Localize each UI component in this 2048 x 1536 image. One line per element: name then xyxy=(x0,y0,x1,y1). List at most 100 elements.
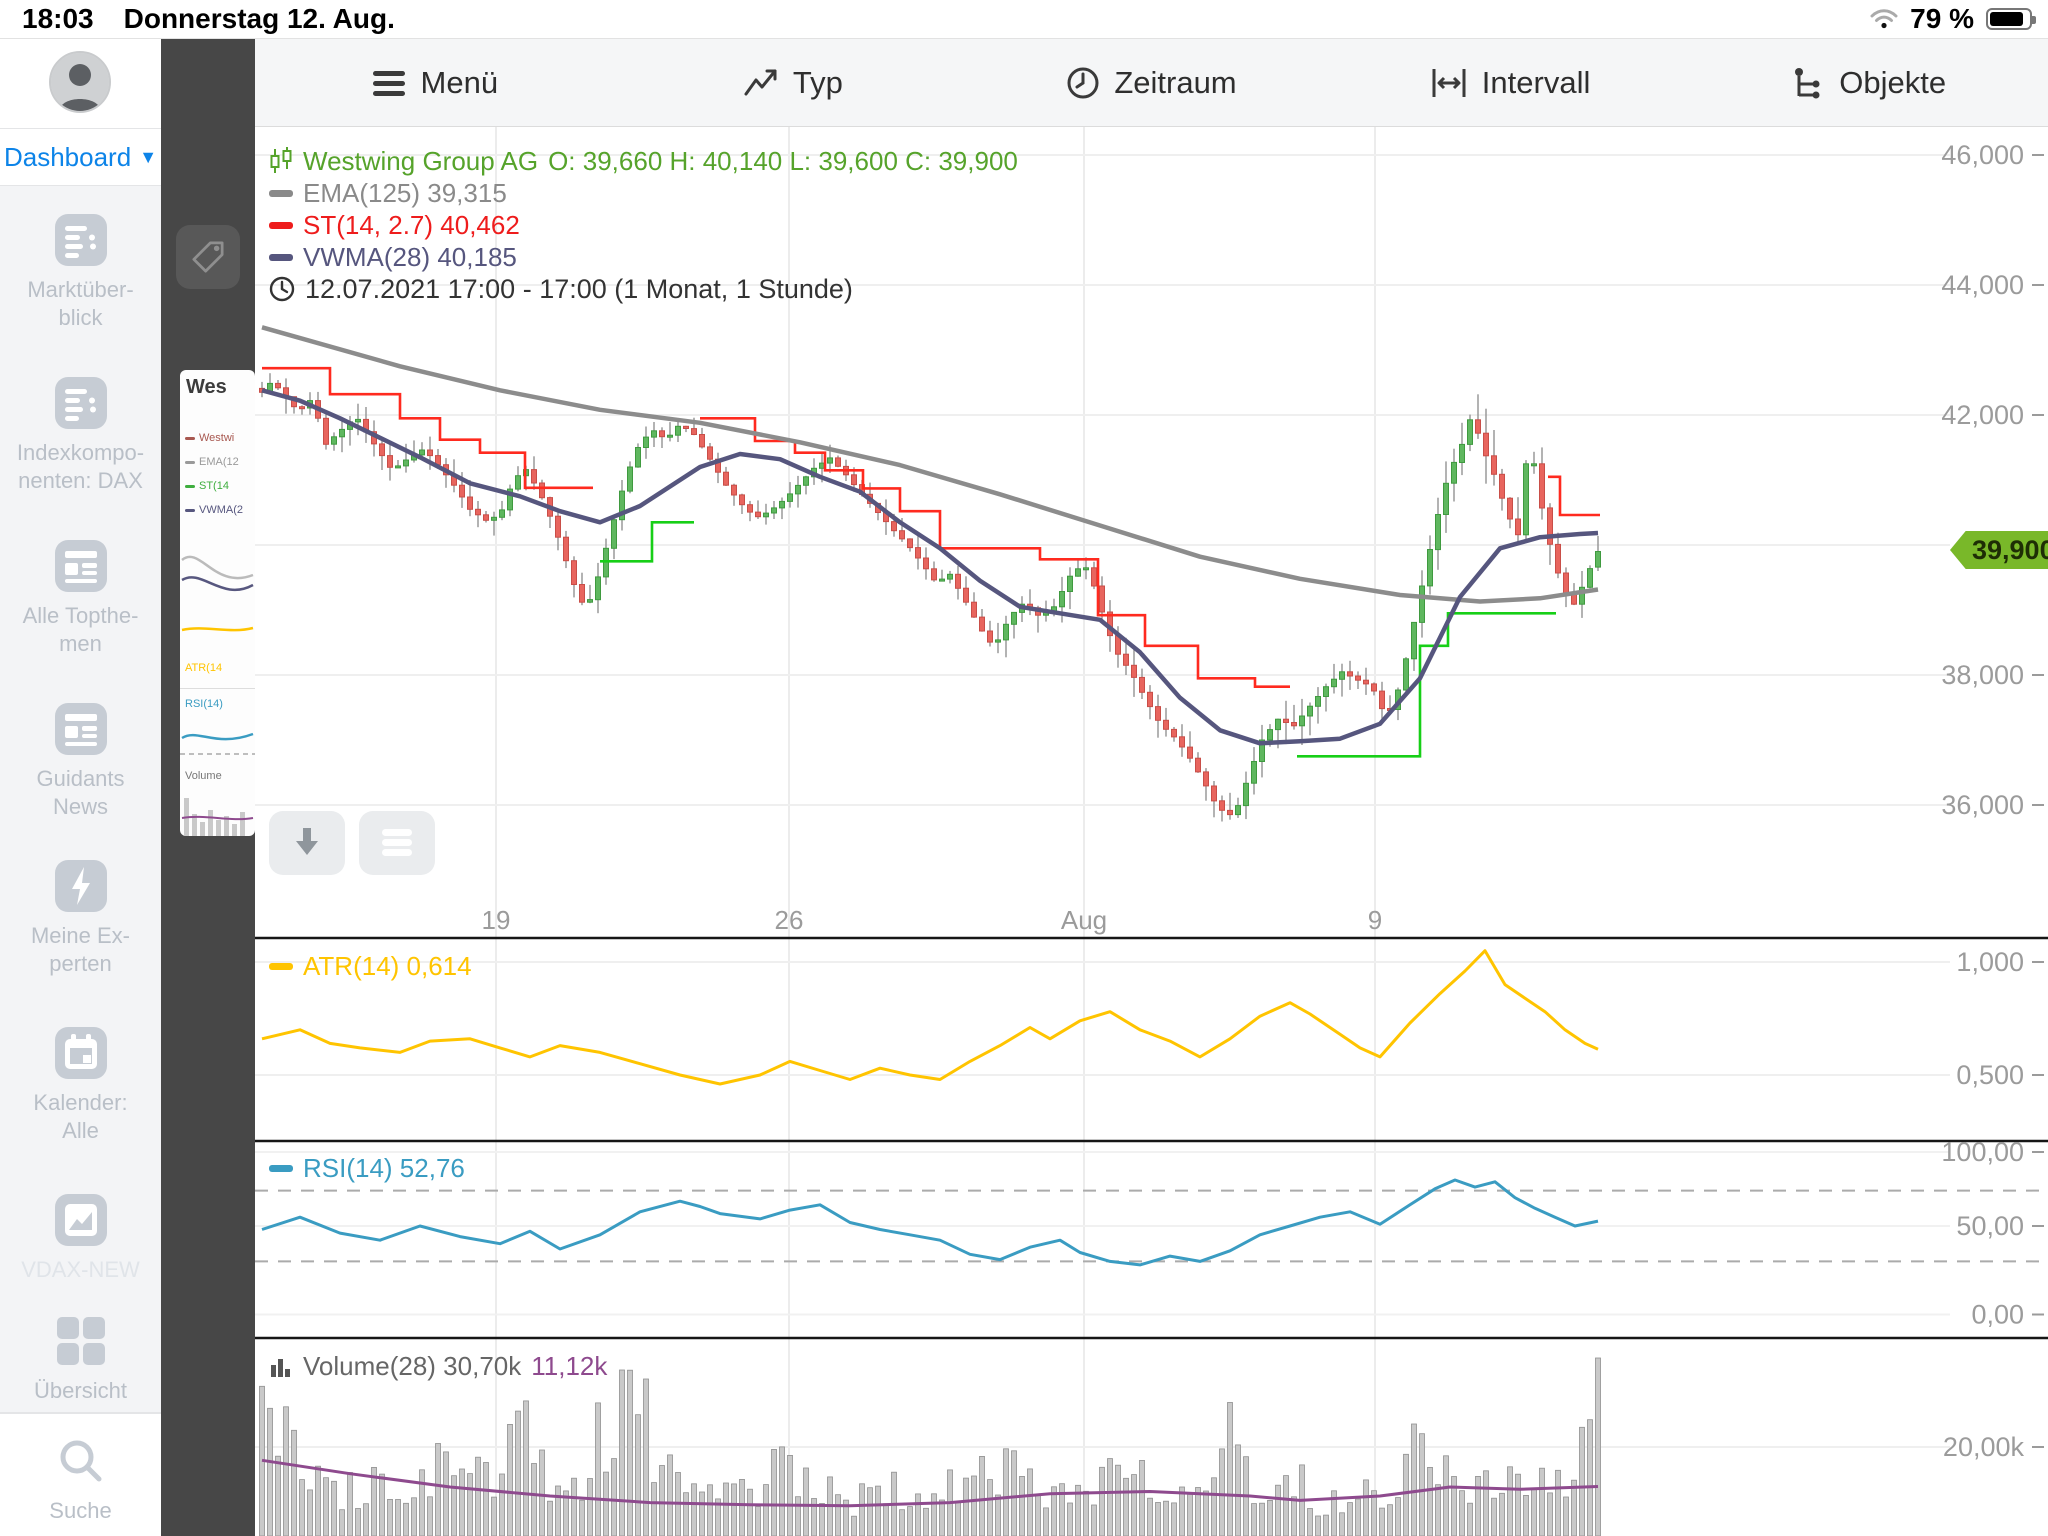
list-icon xyxy=(53,212,109,268)
svg-text:19: 19 xyxy=(482,905,511,935)
arrow-down-icon xyxy=(289,825,325,861)
st-legend: ST(14, 2.7) 40,462 xyxy=(303,210,520,241)
sidebar-item-label: GuidantsNews xyxy=(0,765,161,821)
rsi-legend-row[interactable]: RSI(14) 52,76 xyxy=(269,1153,465,1184)
calendar-icon xyxy=(53,1025,109,1081)
preview-title: Wes xyxy=(186,376,227,399)
dashboard-preview-card[interactable]: Wes Westwi EMA(12 ST(14 VWMA(2 ATR(14 RS… xyxy=(180,370,255,836)
sidebar-item-suche[interactable]: Suche xyxy=(0,1433,161,1525)
svg-text:100,00: 100,00 xyxy=(1941,1137,2024,1167)
atr-legend-row[interactable]: ATR(14) 0,614 xyxy=(269,951,472,982)
wifi-icon xyxy=(1870,8,1898,30)
svg-text:38,000: 38,000 xyxy=(1941,660,2024,690)
svg-text:20,00k: 20,00k xyxy=(1943,1432,2025,1462)
chart-canvas[interactable]: 46,00044,00042,00038,00036,0001,0000,500… xyxy=(255,127,2048,1536)
avatar[interactable] xyxy=(49,51,111,113)
sidebar-item-uebersicht[interactable]: Übersicht xyxy=(0,1313,161,1405)
layers-icon xyxy=(378,827,416,859)
divider xyxy=(0,1413,161,1414)
interval-button[interactable]: Intervall xyxy=(1331,39,1690,126)
sidebar-item-label: Suche xyxy=(0,1497,161,1525)
volume-ma-value: 11,12k xyxy=(531,1351,607,1382)
preview-legend: EMA(12 xyxy=(199,456,239,468)
sidebar-item-label: Kalender:Alle xyxy=(0,1089,161,1145)
preview-atr-label: ATR(14 xyxy=(185,662,222,674)
svg-text:36,000: 36,000 xyxy=(1941,790,2024,820)
ema-legend: EMA(125) 39,315 xyxy=(303,178,507,209)
scroll-to-latest-button[interactable] xyxy=(269,811,345,875)
chart-area[interactable]: 46,00044,00042,00038,00036,0001,0000,500… xyxy=(255,127,2048,1536)
sidebar-item-vdax-new[interactable]: VDAX-NEW xyxy=(0,1192,161,1284)
person-icon xyxy=(51,53,109,111)
svg-text:0,00: 0,00 xyxy=(1971,1300,2024,1330)
axis-labels xyxy=(2032,155,2044,1447)
candlestick-icon xyxy=(269,147,293,175)
chart-type-button[interactable]: Typ xyxy=(614,39,973,126)
panel-layout-button[interactable] xyxy=(359,811,435,875)
chart-legend: Westwing Group AG O: 39,660 H: 40,140 L:… xyxy=(269,145,1018,305)
st-legend-row[interactable]: ST(14, 2.7) 40,462 xyxy=(269,209,1018,241)
instrument-legend-row[interactable]: Westwing Group AG O: 39,660 H: 40,140 L:… xyxy=(269,145,1018,177)
chart-tile-icon xyxy=(53,1192,109,1248)
tag-icon xyxy=(186,235,230,279)
main-panel: Menü Typ Zeitraum In xyxy=(255,39,2048,1536)
preview-volume-mini xyxy=(180,792,255,836)
battery-percent: 79 % xyxy=(1910,3,1974,35)
sidebar-item-label: Marktüber-blick xyxy=(0,276,161,332)
dimmed-dashboard-column: Wes Westwi EMA(12 ST(14 VWMA(2 ATR(14 RS… xyxy=(161,39,255,1536)
legend-dash xyxy=(185,461,195,464)
svg-text:0,500: 0,500 xyxy=(1956,1060,2024,1090)
legend-dash xyxy=(185,437,195,440)
ohlc-values: O: 39,660 H: 40,140 L: 39,600 C: 39,900 xyxy=(548,146,1018,177)
news-icon xyxy=(53,538,109,594)
status-date: Donnerstag 12. Aug. xyxy=(124,3,395,35)
instrument-name: Westwing Group AG xyxy=(303,146,538,177)
menu-button[interactable]: Menü xyxy=(255,39,614,126)
battery-icon xyxy=(1986,8,2032,30)
tag-widget[interactable] xyxy=(176,225,240,289)
vwma-legend-row[interactable]: VWMA(28) 40,185 xyxy=(269,241,1018,273)
svg-text:Aug: Aug xyxy=(1061,905,1107,935)
legend-dash xyxy=(185,485,195,488)
timeframe-label: Zeitraum xyxy=(1114,65,1236,101)
sidebar-item-marktueberblick[interactable]: Marktüber-blick xyxy=(0,212,161,332)
chevron-down-icon: ▼ xyxy=(139,147,157,168)
interval-icon xyxy=(1430,67,1468,99)
sidebar: Dashboard ▼ Marktüber-blick Indexkompo-ne… xyxy=(0,39,161,1536)
svg-text:42,000: 42,000 xyxy=(1941,400,2024,430)
objects-label: Objekte xyxy=(1839,65,1946,101)
rsi-legend: RSI(14) 52,76 xyxy=(303,1153,465,1184)
search-icon xyxy=(53,1433,109,1489)
sidebar-item-alle-topthemen[interactable]: Alle Topthe-men xyxy=(0,538,161,658)
ema-legend-row[interactable]: EMA(125) 39,315 xyxy=(269,177,1018,209)
divider xyxy=(180,688,255,689)
timeframe-button[interactable]: Zeitraum xyxy=(972,39,1331,126)
vwma-legend: VWMA(28) 40,185 xyxy=(303,242,517,273)
preview-legend: ST(14 xyxy=(199,480,229,492)
volume-legend-row[interactable]: Volume(28) 30,70k 11,12k xyxy=(269,1351,607,1382)
menu-label: Menü xyxy=(421,65,499,101)
sidebar-item-kalender-alle[interactable]: Kalender:Alle xyxy=(0,1025,161,1145)
interval-label: Intervall xyxy=(1482,65,1591,101)
last-price-badge: 39,900 xyxy=(1950,531,2048,569)
sidebar-item-indexkomponenten-dax[interactable]: Indexkompo-nenten: DAX xyxy=(0,375,161,495)
atr-legend: ATR(14) 0,614 xyxy=(303,951,472,982)
legend-dash xyxy=(269,963,293,970)
clock-icon xyxy=(1066,66,1100,100)
preview-rsi-label: RSI(14) xyxy=(185,698,223,710)
objects-icon xyxy=(1791,66,1825,100)
legend-dash xyxy=(269,1165,293,1172)
list-icon xyxy=(53,375,109,431)
bolt-icon xyxy=(53,858,109,914)
svg-text:50,00: 50,00 xyxy=(1956,1211,2024,1241)
legend-dash xyxy=(269,254,293,261)
sidebar-item-label: Alle Topthe-men xyxy=(0,602,161,658)
sidebar-item-label: Übersicht xyxy=(0,1377,161,1405)
sidebar-item-guidants-news[interactable]: GuidantsNews xyxy=(0,701,161,821)
legend-dash xyxy=(185,509,195,512)
objects-button[interactable]: Objekte xyxy=(1689,39,2048,126)
sidebar-item-meine-experten[interactable]: Meine Ex-perten xyxy=(0,858,161,978)
dashboard-selector[interactable]: Dashboard ▼ xyxy=(0,131,161,183)
chart-type-label: Typ xyxy=(793,65,843,101)
last-price-value: 39,900 xyxy=(1972,535,2048,566)
